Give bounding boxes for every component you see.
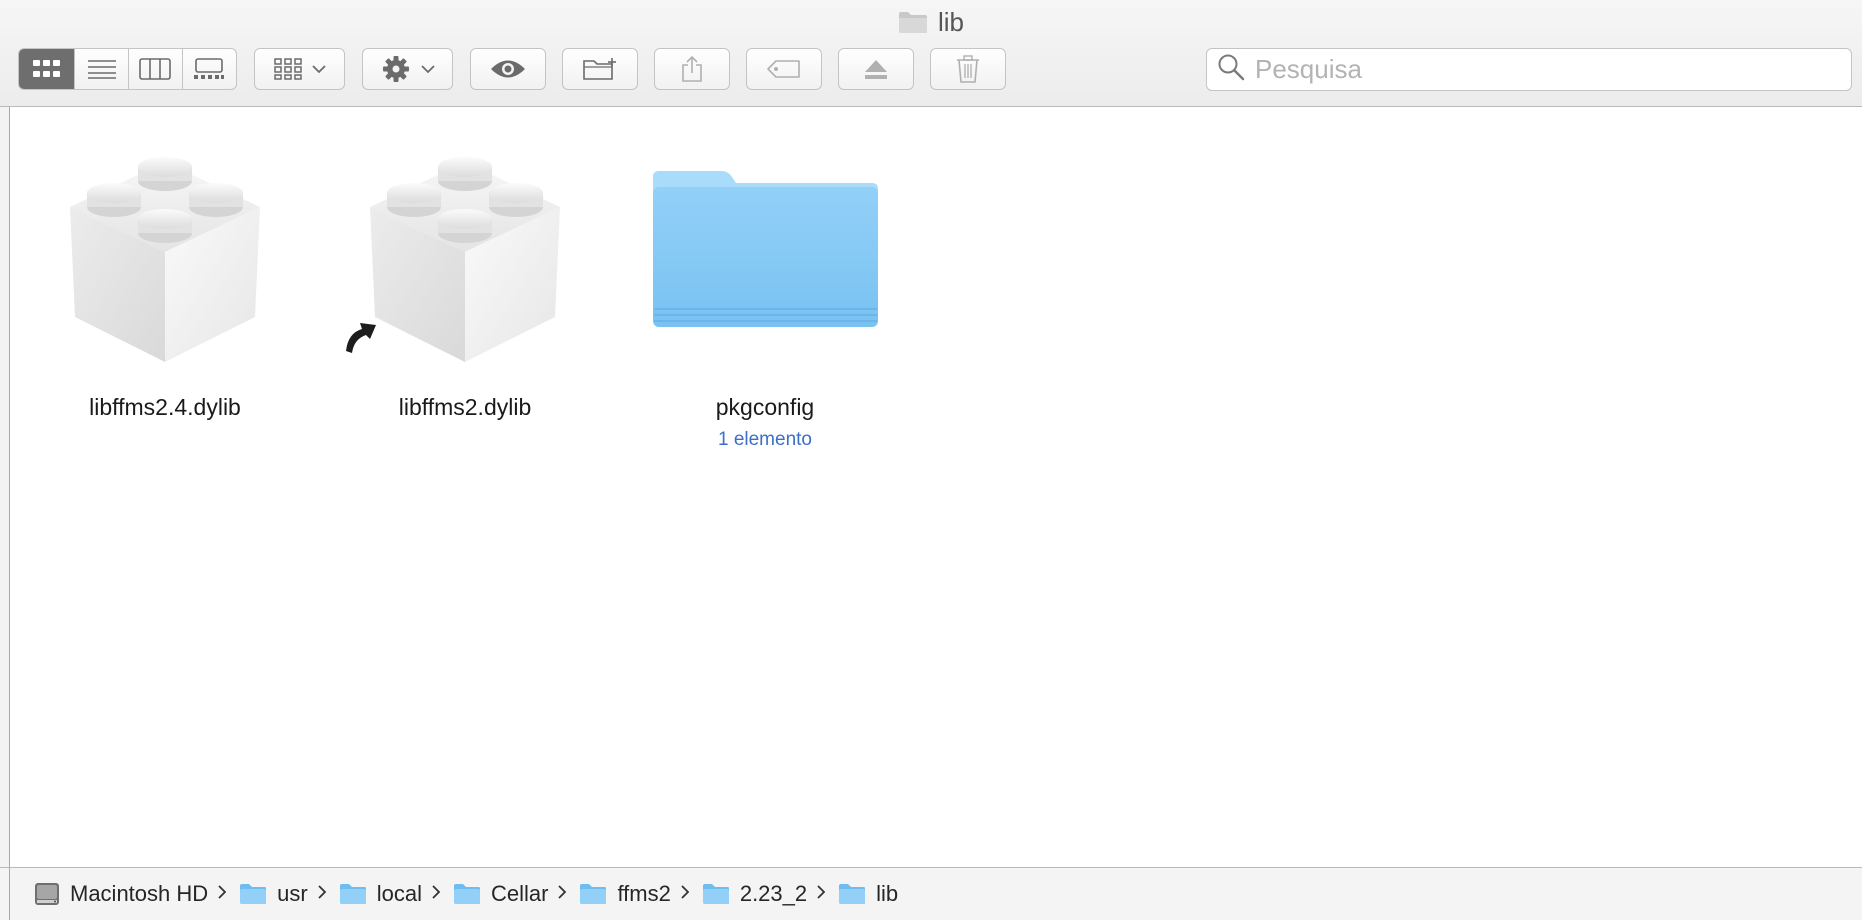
tags-button[interactable] <box>746 48 822 90</box>
list-view-button[interactable] <box>75 49 129 89</box>
hard-drive-icon <box>35 883 59 905</box>
eject-icon <box>863 58 889 80</box>
grid-icon <box>32 59 62 79</box>
file-name: pkgconfig <box>715 394 815 420</box>
path-item-macintosh-hd[interactable]: Macintosh HD <box>34 881 208 907</box>
path-item-ffms2[interactable]: ffms2 <box>579 881 671 907</box>
action-menu-button[interactable] <box>362 48 453 90</box>
path-item-usr[interactable]: usr <box>239 881 308 907</box>
new-folder-icon <box>582 57 618 81</box>
path-bar-edge <box>0 868 10 920</box>
eye-icon <box>490 58 526 80</box>
search-input[interactable] <box>1253 53 1851 86</box>
folder-icon <box>453 884 480 904</box>
file-name: libffms2.dylib <box>398 394 532 420</box>
path-bar: Macintosh HD usr local Cellar ffms2 2.23… <box>0 867 1862 920</box>
toolbar: lib <box>0 0 1862 107</box>
chevron-right-icon <box>432 884 441 904</box>
file-item-libffms2-4-dylib[interactable]: libffms2.4.dylib <box>40 137 290 421</box>
gallery-view-button[interactable] <box>183 49 236 89</box>
chevron-down-icon <box>420 64 435 74</box>
columns-icon <box>139 58 172 80</box>
path-item-label: ffms2 <box>617 881 671 906</box>
window-title: lib <box>0 4 1862 40</box>
folder-icon <box>240 884 267 904</box>
chevron-right-icon <box>218 884 227 904</box>
new-folder-button[interactable] <box>562 48 638 90</box>
path-item-label: 2.23_2 <box>739 881 808 906</box>
sidebar-edge <box>0 107 10 867</box>
search-field <box>1206 48 1852 91</box>
search-icon <box>1217 53 1245 86</box>
path-item-label: Cellar <box>490 881 549 906</box>
path-item-lib[interactable]: lib <box>838 881 898 907</box>
group-grid-icon <box>273 58 302 80</box>
path-item-label: usr <box>277 881 308 906</box>
path-item-cellar[interactable]: Cellar <box>453 881 548 907</box>
path-item-label: lib <box>876 881 899 906</box>
path-item-local[interactable]: local <box>339 881 422 907</box>
delete-button[interactable] <box>930 48 1006 90</box>
library-icon <box>350 137 580 372</box>
share-icon <box>680 55 704 83</box>
gear-icon <box>381 54 411 84</box>
gallery-icon <box>193 58 225 80</box>
trash-icon <box>956 55 980 83</box>
path-item-label: Macintosh HD <box>70 881 209 906</box>
folder-icon <box>339 884 366 904</box>
view-mode-control <box>18 48 237 90</box>
list-icon <box>87 59 117 79</box>
chevron-right-icon <box>558 884 567 904</box>
icon-view-button[interactable] <box>19 49 76 89</box>
alias-arrow-icon <box>340 315 380 364</box>
window-title-text: lib <box>937 6 964 37</box>
item-count: 1 elemento <box>717 429 812 450</box>
quick-look-button[interactable] <box>470 48 546 90</box>
share-button[interactable] <box>654 48 730 90</box>
chevron-right-icon <box>318 884 326 904</box>
group-by-button[interactable] <box>254 48 345 90</box>
file-item-pkgconfig[interactable]: pkgconfig 1 elemento <box>640 137 890 451</box>
library-icon <box>50 137 280 372</box>
folder-icon <box>898 10 928 34</box>
folder-icon <box>580 884 607 904</box>
path-item-label: local <box>376 881 422 906</box>
chevron-right-icon <box>817 884 826 904</box>
folder-icon <box>839 884 866 904</box>
path-item-2-23-2[interactable]: 2.23_2 <box>702 881 807 907</box>
column-view-button[interactable] <box>129 49 183 89</box>
tag-icon <box>766 59 802 79</box>
file-name: libffms2.4.dylib <box>89 394 241 420</box>
file-item-libffms2-dylib[interactable]: libffms2.dylib <box>340 137 590 421</box>
chevron-right-icon <box>681 884 690 904</box>
chevron-down-icon <box>311 64 326 74</box>
file-browser-content: libffms2.4.dylib libffms2.dylib pkgconfi… <box>10 107 1862 867</box>
folder-icon <box>702 884 729 904</box>
eject-button[interactable] <box>838 48 914 90</box>
folder-icon <box>650 137 880 372</box>
